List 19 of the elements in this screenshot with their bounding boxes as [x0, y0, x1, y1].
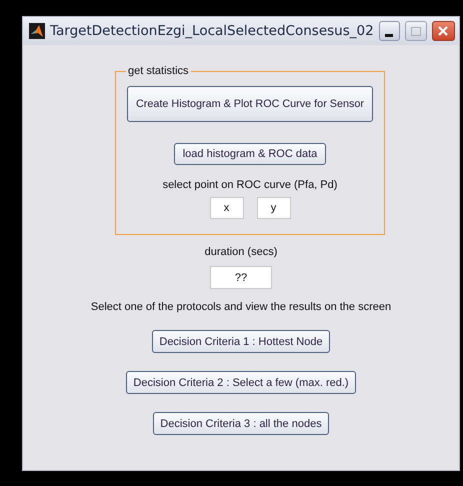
duration-label: duration (secs) — [204, 246, 278, 258]
close-button[interactable] — [432, 21, 455, 41]
create-histogram-button[interactable]: Create Histogram & Plot ROC Curve for Sensor — [127, 86, 373, 122]
panel-title: get statistics — [126, 64, 191, 78]
decision-criteria-button[interactable]: Decision Criteria 1 : Hottest Node — [152, 330, 330, 353]
load-data-button[interactable]: load histogram & ROC data — [174, 143, 326, 165]
window-title: TargetDetectionEzgi_LocalSelectedConsesus_02 — [50, 23, 374, 39]
input-field[interactable]: y — [256, 197, 290, 219]
minimize-icon — [385, 34, 394, 36]
instruction-text: Select one of the protocols and view the results on the screen — [90, 301, 392, 313]
point-label: select point on ROC curve (Pfa, Pd) — [162, 179, 338, 191]
duration-field[interactable]: ?? — [210, 266, 272, 289]
maximize-icon — [410, 26, 421, 36]
minimize-button[interactable] — [378, 21, 400, 41]
decision-criteria-button[interactable]: Decision Criteria 2 : Select a few (max. red.) — [126, 371, 356, 394]
close-icon — [438, 26, 448, 36]
app-icon — [29, 23, 45, 39]
decision-criteria-button[interactable]: Decision Criteria 3 : all the nodes — [153, 412, 329, 435]
input-field[interactable]: x — [210, 197, 244, 219]
